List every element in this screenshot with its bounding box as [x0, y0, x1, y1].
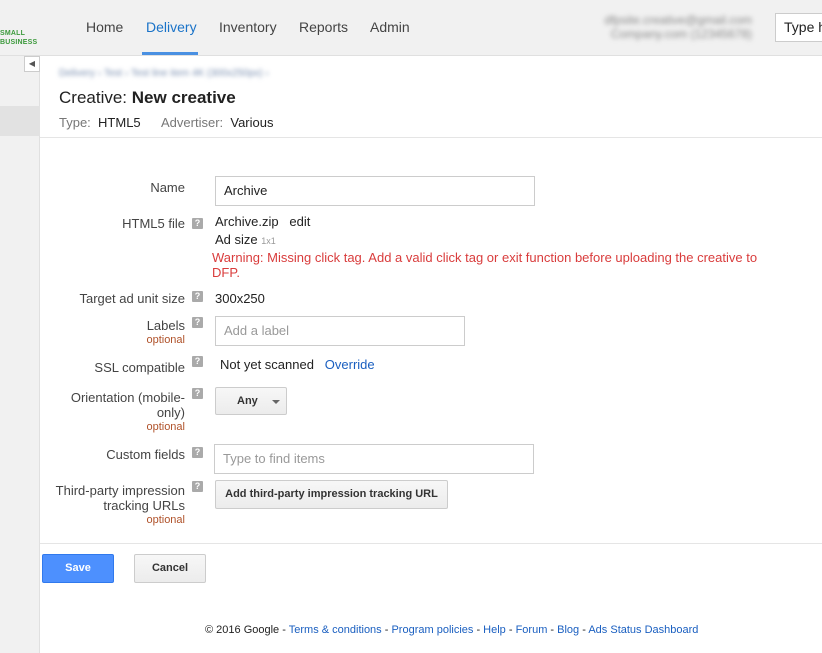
save-button[interactable]: Save [42, 554, 114, 583]
tab-admin[interactable]: Admin [370, 0, 410, 55]
help-icon[interactable]: ? [192, 447, 203, 458]
breadcrumb[interactable]: Delivery › Test › Test line item 4K (300… [59, 68, 269, 79]
footer-link-blog[interactable]: Blog [557, 624, 579, 636]
tab-reports[interactable]: Reports [299, 0, 348, 55]
edit-link[interactable]: edit [289, 214, 310, 229]
custom-fields-label: Custom fields [106, 447, 185, 462]
labels-input[interactable]: Add a label [215, 316, 465, 346]
creative-advertiser: Advertiser: Various [161, 115, 274, 130]
optional-note: optional [146, 334, 185, 346]
account-info[interactable]: dfpsite.creative@gmail.com Company.com (… [604, 13, 752, 41]
help-icon[interactable]: ? [192, 218, 203, 229]
divider [40, 137, 822, 138]
tab-inventory[interactable]: Inventory [219, 0, 277, 55]
target-size-label: Target ad unit size [79, 291, 185, 306]
creative-type: Type: HTML5 [59, 115, 141, 130]
footer-link-forum[interactable]: Forum [516, 624, 548, 636]
help-icon[interactable]: ? [192, 356, 203, 367]
help-icon[interactable]: ? [192, 388, 203, 399]
help-icon[interactable]: ? [192, 317, 203, 328]
html5-file-label: HTML5 file [122, 216, 185, 231]
help-icon[interactable]: ? [192, 291, 203, 302]
divider [40, 543, 822, 544]
sidebar-selected-item[interactable] [0, 106, 40, 136]
target-size-value: 300x250 [215, 291, 265, 306]
top-bar: SMALL BUSINESS Home Delivery Inventory R… [0, 0, 822, 56]
orientation-label: Orientation (mobile-only) optional [55, 390, 185, 435]
ssl-status: Not yet scanned Override [220, 357, 375, 372]
ad-size: Ad size 1x1 [215, 232, 276, 247]
footer-link-policies[interactable]: Program policies [391, 624, 473, 636]
help-icon[interactable]: ? [192, 481, 203, 492]
custom-fields-input[interactable]: Type to find items [214, 444, 534, 474]
labels-label: Labels optional [146, 318, 185, 346]
tab-delivery[interactable]: Delivery [146, 0, 197, 55]
tab-home[interactable]: Home [86, 0, 123, 55]
search-input[interactable]: Type h [775, 13, 822, 42]
ssl-label: SSL compatible [94, 360, 185, 375]
footer: © 2016 Google - Terms & conditions - Pro… [205, 624, 699, 636]
orientation-select[interactable]: Any [215, 387, 287, 415]
cancel-button[interactable]: Cancel [134, 554, 206, 583]
click-tag-warning: Warning: Missing click tag. Add a valid … [212, 250, 758, 280]
footer-link-status[interactable]: Ads Status Dashboard [588, 624, 698, 636]
file-name: Archive.zip edit [215, 214, 311, 229]
override-link[interactable]: Override [325, 357, 375, 372]
footer-link-help[interactable]: Help [483, 624, 506, 636]
active-tab-indicator [142, 52, 198, 55]
collapse-sidebar-icon[interactable]: ◀ [24, 56, 40, 72]
add-tracking-url-button[interactable]: Add third-party impression tracking URL [215, 480, 448, 509]
optional-note: optional [146, 421, 185, 433]
logo: SMALL BUSINESS [0, 30, 38, 46]
footer-link-terms[interactable]: Terms & conditions [289, 624, 382, 636]
page-title: Creative: New creative [59, 88, 236, 107]
third-party-label: Third-party impression tracking URLs opt… [45, 483, 185, 528]
left-sidebar: ◀ [0, 56, 40, 653]
name-label: Name [150, 180, 185, 195]
optional-note: optional [146, 514, 185, 526]
name-field[interactable]: Archive [215, 176, 535, 206]
chevron-down-icon [272, 400, 280, 404]
